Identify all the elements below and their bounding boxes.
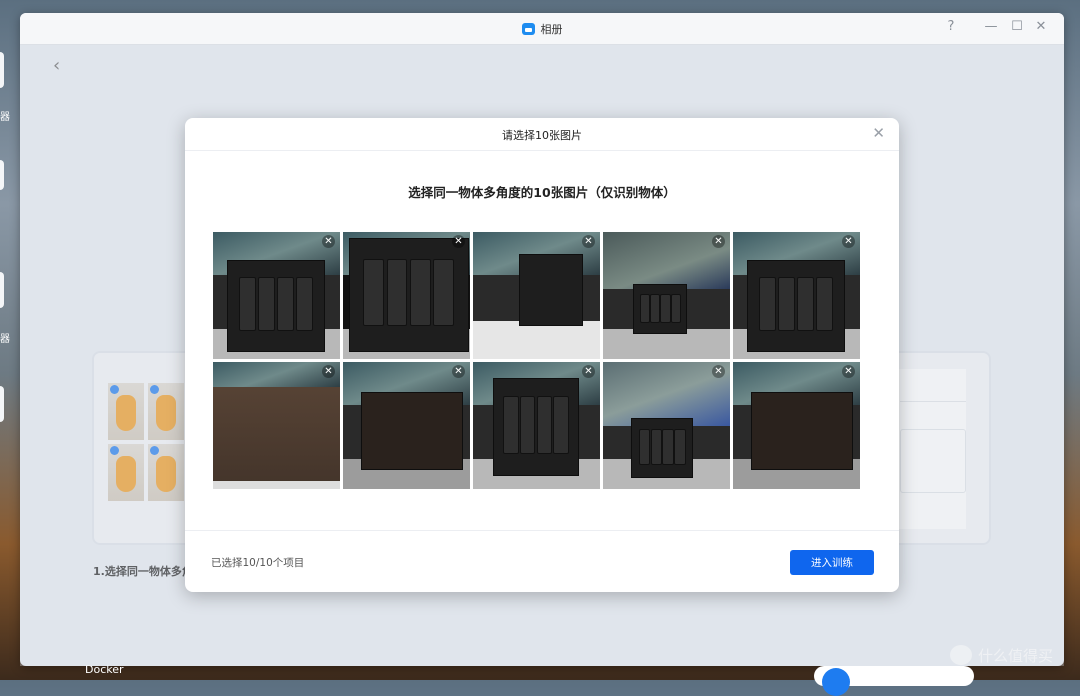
dialog-header: 请选择10张图片 ✕ (185, 118, 899, 151)
drive-bay (536, 396, 553, 454)
drive-bay (639, 293, 651, 324)
photo-background (603, 232, 730, 290)
selection-count: 已选择10/10个项目 (211, 557, 305, 569)
drive-bay (638, 429, 651, 466)
dock-app-icon[interactable] (0, 52, 4, 88)
photo-thumbnail[interactable]: ✕ (213, 232, 340, 359)
photo-thumbnail[interactable]: ✕ (213, 362, 340, 489)
window-title: 相册 (20, 21, 1064, 37)
remove-photo-icon[interactable]: ✕ (712, 365, 725, 378)
drive-bay (295, 277, 314, 332)
notification-toast[interactable] (814, 666, 974, 696)
photo-thumbnail[interactable]: ✕ (473, 232, 600, 359)
drive-bay (386, 259, 408, 327)
desktop-dock: 器 器 (0, 0, 22, 680)
drive-bay (503, 396, 519, 454)
remove-photo-icon[interactable]: ✕ (322, 365, 335, 378)
drive-bay (276, 277, 295, 332)
drive-bay (650, 293, 661, 324)
photo-thumbnail[interactable]: ✕ (343, 362, 470, 489)
photo-thumbnail[interactable]: ✕ (473, 362, 600, 489)
drive-bay (777, 277, 796, 332)
photo-background (603, 362, 730, 426)
remove-photo-icon[interactable]: ✕ (842, 365, 855, 378)
drive-bay (796, 277, 815, 332)
window-close-button[interactable]: ✕ (1032, 19, 1050, 34)
drive-bay (660, 293, 671, 324)
remove-photo-icon[interactable]: ✕ (582, 235, 595, 248)
nas-device (519, 254, 583, 326)
drive-bay (257, 277, 276, 332)
drive-bay (815, 277, 834, 332)
start-training-button[interactable]: 进入训练 (790, 550, 874, 575)
photo-surface (473, 320, 600, 359)
remove-photo-icon[interactable]: ✕ (452, 235, 465, 248)
drive-bay (238, 277, 257, 332)
nas-device (361, 392, 463, 470)
maximize-button[interactable]: ☐ (1008, 19, 1026, 34)
nas-device (631, 418, 693, 478)
window-titlebar: 相册 ? — ☐ ✕ (20, 13, 1064, 45)
drive-bay (363, 259, 385, 327)
nas-device (751, 392, 853, 470)
dialog-title: 请选择10张图片 (502, 129, 582, 142)
dock-app-icon[interactable] (0, 160, 4, 190)
nas-device (493, 378, 579, 476)
nas-device (227, 260, 325, 352)
drive-bay (758, 277, 777, 332)
photo-thumbnail[interactable]: ✕ (603, 362, 730, 489)
drive-bay (409, 259, 431, 327)
dock-app-icon[interactable] (0, 272, 4, 308)
photo-thumbnail[interactable]: ✕ (733, 362, 860, 489)
drive-bay (662, 429, 675, 466)
dialog-footer: 已选择10/10个项目 进入训练 (185, 530, 899, 593)
drive-bay (433, 259, 455, 327)
help-button[interactable]: ? (942, 19, 960, 34)
photo-surface (213, 481, 340, 489)
remove-photo-icon[interactable]: ✕ (582, 365, 595, 378)
drive-bay (674, 429, 686, 466)
dock-label: 器 (0, 334, 10, 345)
photo-thumbnail[interactable]: ✕ (603, 232, 730, 359)
remove-photo-icon[interactable]: ✕ (322, 235, 335, 248)
remove-photo-icon[interactable]: ✕ (842, 235, 855, 248)
remove-photo-icon[interactable]: ✕ (452, 365, 465, 378)
drive-bay (670, 293, 682, 324)
nas-device (349, 238, 469, 352)
photo-thumbnail[interactable]: ✕ (733, 232, 860, 359)
remove-photo-icon[interactable]: ✕ (712, 235, 725, 248)
nas-device (633, 284, 687, 334)
select-images-dialog: 请选择10张图片 ✕ 选择同一物体多角度的10张图片（仅识别物体） ✕ ✕ ✕ ✕ ✕ ✕… (185, 118, 899, 592)
selected-photo-grid: ✕ ✕ ✕ ✕ ✕ ✕ ✕ ✕ ✕ ✕ (213, 232, 860, 489)
drive-bay (650, 429, 663, 466)
dialog-close-icon[interactable]: ✕ (872, 124, 885, 142)
minimize-button[interactable]: — (982, 19, 1000, 34)
drive-bay (520, 396, 536, 454)
photo-background (213, 362, 340, 388)
dialog-subtitle: 选择同一物体多角度的10张图片（仅识别物体） (408, 185, 676, 200)
drive-bay (553, 396, 569, 454)
photo-thumbnail[interactable]: ✕ (343, 232, 470, 359)
dock-app-icon[interactable] (0, 386, 4, 422)
photo-app-icon (521, 23, 535, 35)
dock-label: 器 (0, 112, 10, 123)
nas-device (747, 260, 845, 352)
